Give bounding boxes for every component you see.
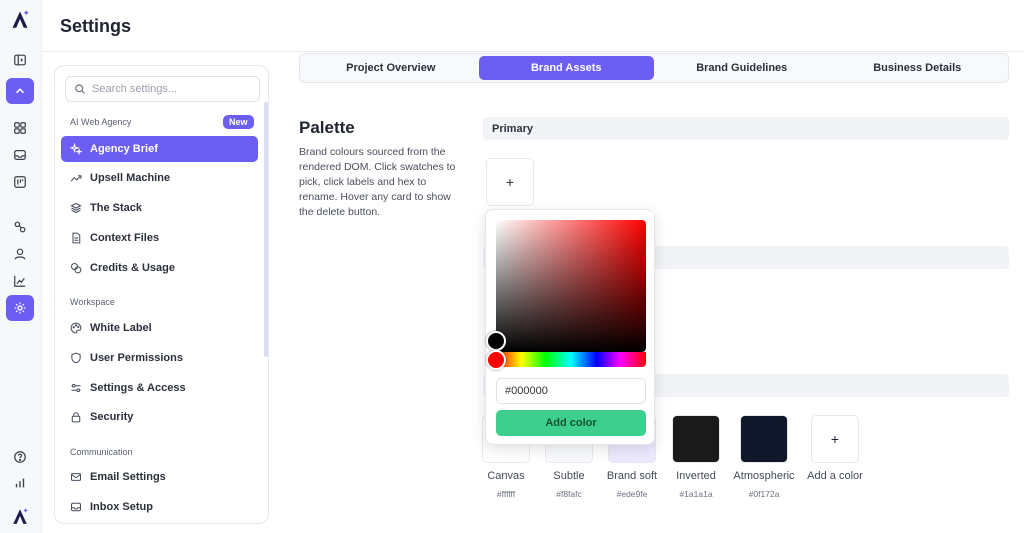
file-icon [72,232,81,244]
top-bar: Settings [42,0,1024,52]
sidebar-item-user-permissions[interactable]: User Permissions [61,345,258,371]
sidebar-item-upsell-machine[interactable]: Upsell Machine [61,165,258,191]
section-label-communication: Communication [70,447,133,457]
add-color-tile[interactable]: + [811,415,859,463]
sidebar-item-email-settings[interactable]: Email Settings [61,464,258,490]
sidebar-item-security[interactable]: Security [61,404,258,430]
hex-input[interactable] [496,378,646,404]
saturation-area[interactable] [496,220,646,352]
collapse-up-icon[interactable] [6,78,34,104]
sidebar-item-label: User Permissions [90,352,183,364]
search-box[interactable] [65,76,260,102]
search-input[interactable] [92,83,252,95]
palette-icon [70,322,82,334]
icon-rail [0,0,42,533]
brand-tabs: Project Overview Brand Assets Brand Guid… [299,53,1009,83]
sidebar-item-label: Settings & Access [90,382,186,394]
add-color-label[interactable]: Add a color [797,470,873,482]
sidebar-item-white-label[interactable]: White Label [61,315,258,341]
layers-icon [70,202,82,214]
swatch-inverted[interactable] [672,415,720,463]
sidebar-item-label: Agency Brief [90,143,158,155]
user-icon[interactable] [6,242,34,266]
sidebar-item-the-stack[interactable]: The Stack [61,195,258,221]
inbox-icon [70,502,82,512]
swatch-hex[interactable]: #0f172a [726,489,802,499]
palette-description: Brand colours sourced from the rendered … [299,146,456,218]
sidebar-item-context-files[interactable]: Context Files [61,225,258,251]
integrations-icon[interactable] [6,215,34,239]
sliders-icon [71,383,81,393]
palette-title: Palette [299,118,355,137]
search-icon [74,83,86,95]
sidebar-item-settings-access[interactable]: Settings & Access [61,375,258,401]
app-logo[interactable] [6,4,34,34]
mail-icon [70,473,82,481]
trend-up-icon [70,175,82,182]
sidebar-toggle-icon[interactable] [6,48,34,72]
sidebar-item-label: Credits & Usage [90,262,175,274]
add-primary-color-button[interactable]: + [486,158,534,206]
help-icon[interactable] [6,445,34,469]
new-badge: New [223,115,254,129]
chart-icon[interactable] [6,269,34,293]
sparkles-icon [70,143,82,155]
add-color-button[interactable]: Add color [496,410,646,436]
settings-sidebar: AI Web Agency New Agency Brief Upsell Ma… [54,65,269,524]
sidebar-item-agency-brief[interactable]: Agency Brief [61,136,258,162]
hue-handle[interactable] [486,350,506,370]
sidebar-item-label: Context Files [90,232,160,244]
sidebar-item-credits-usage[interactable]: Credits & Usage [61,255,258,281]
group-header-primary: Primary [483,117,1009,140]
shield-icon [71,352,81,364]
sidebar-scrollbar[interactable] [264,102,268,357]
page-title: Settings [60,16,132,36]
sidebar-item-inbox-setup[interactable]: Inbox Setup [61,494,258,520]
section-label-ai-web-agency: AI Web Agency [70,117,132,127]
settings-icon[interactable] [6,295,34,321]
kanban-icon[interactable] [6,170,34,194]
bar-chart-icon[interactable] [6,471,34,495]
brand-logo[interactable] [6,504,34,528]
color-picker-popover: Add color [485,209,655,445]
sidebar-item-label: Email Settings [90,471,166,483]
swatch-hex[interactable]: #1a1a1a [658,489,734,499]
hue-slider[interactable] [496,352,646,367]
section-label-workspace: Workspace [70,297,115,307]
swatch-atmospheric[interactable] [740,415,788,463]
tab-business-details[interactable]: Business Details [830,56,1006,80]
tab-project-overview[interactable]: Project Overview [303,56,479,80]
lock-icon [71,412,81,423]
grid-icon[interactable] [6,116,34,140]
saturation-handle[interactable] [486,331,506,351]
swatch-label[interactable]: Inverted [658,470,734,482]
swatch-label[interactable]: Atmospheric [726,470,802,482]
sidebar-item-label: Inbox Setup [90,501,153,513]
sidebar-item-label: White Label [90,322,152,334]
tab-brand-guidelines[interactable]: Brand Guidelines [654,56,830,80]
coins-icon [70,262,82,274]
sidebar-item-label: The Stack [90,202,142,214]
sidebar-item-label: Security [90,411,134,423]
tab-brand-assets[interactable]: Brand Assets [478,56,654,80]
inbox-icon[interactable] [6,143,34,167]
sidebar-item-label: Upsell Machine [90,172,171,184]
